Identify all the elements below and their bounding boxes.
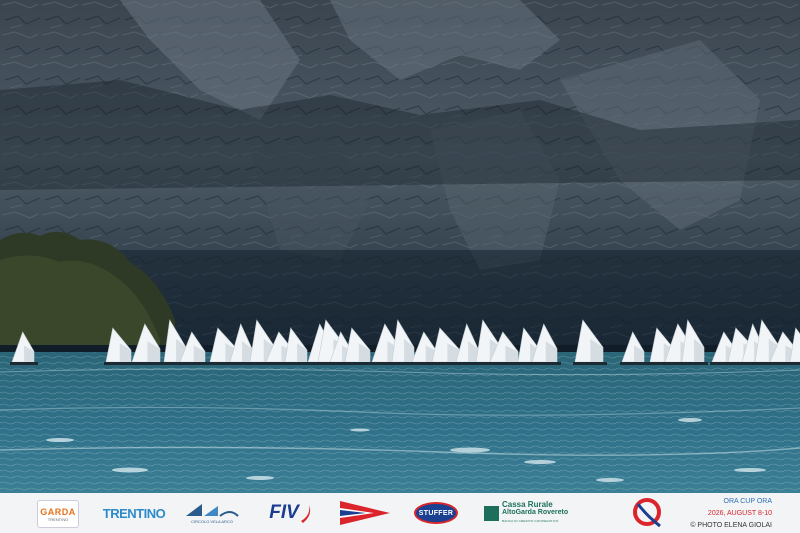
- circolo-vela-logo: CIRCOLO VELA ARCO: [183, 493, 241, 533]
- stuffer-logo-text: STUFFER: [414, 502, 458, 524]
- cassa-logo-line3: BANCA DI CREDITO COOPERATIVO: [502, 519, 559, 523]
- cassa-square-icon: [484, 505, 499, 521]
- vela-waves-icon: [186, 504, 239, 517]
- cassa-rurale-logo: Cassa Rurale AltoGarda Rovereto BANCA DI…: [484, 493, 584, 533]
- garda-logo-text: GARDA: [40, 506, 76, 517]
- vela-logo-sub: CIRCOLO VELA ARCO: [191, 519, 233, 524]
- garda-trentino-logo: GARDA TRENTINO: [37, 500, 79, 528]
- sponsor-footer: GARDA TRENTINO TRENTINO CIRCOLO VELA ARC…: [0, 493, 800, 533]
- event-date: 2026, AUGUST 8-10: [707, 510, 772, 517]
- fiv-logo: FIV: [268, 493, 314, 533]
- fiv-swoosh-icon: [300, 505, 310, 523]
- cassa-logo-line2: AltoGarda Rovereto: [502, 509, 569, 516]
- pennant-flag-icon: [340, 501, 390, 525]
- cassa-logo-line1: Cassa Rurale: [502, 500, 553, 509]
- garda-logo-sub: TRENTINO: [47, 516, 69, 522]
- stuffer-logo: STUFFER: [412, 493, 460, 533]
- trentino-logo-text: TRENTINO: [102, 505, 166, 521]
- photo-scene: GARDA TRENTINO TRENTINO CIRCOLO VELA ARC…: [0, 0, 800, 533]
- event-info: ORA CUP ORA 2026, AUGUST 8-10 © PHOTO EL…: [672, 496, 772, 532]
- event-name: ORA CUP ORA: [723, 498, 773, 505]
- photo-credit: © PHOTO ELENA GIOLAI: [690, 522, 772, 529]
- trentino-logo: TRENTINO: [102, 493, 166, 533]
- ora-q-logo: [628, 493, 668, 533]
- fiv-logo-text: FIV: [269, 502, 299, 523]
- flag-logo: [337, 493, 393, 533]
- q-swirl-icon: [633, 498, 661, 528]
- regatta-photo: [0, 0, 800, 493]
